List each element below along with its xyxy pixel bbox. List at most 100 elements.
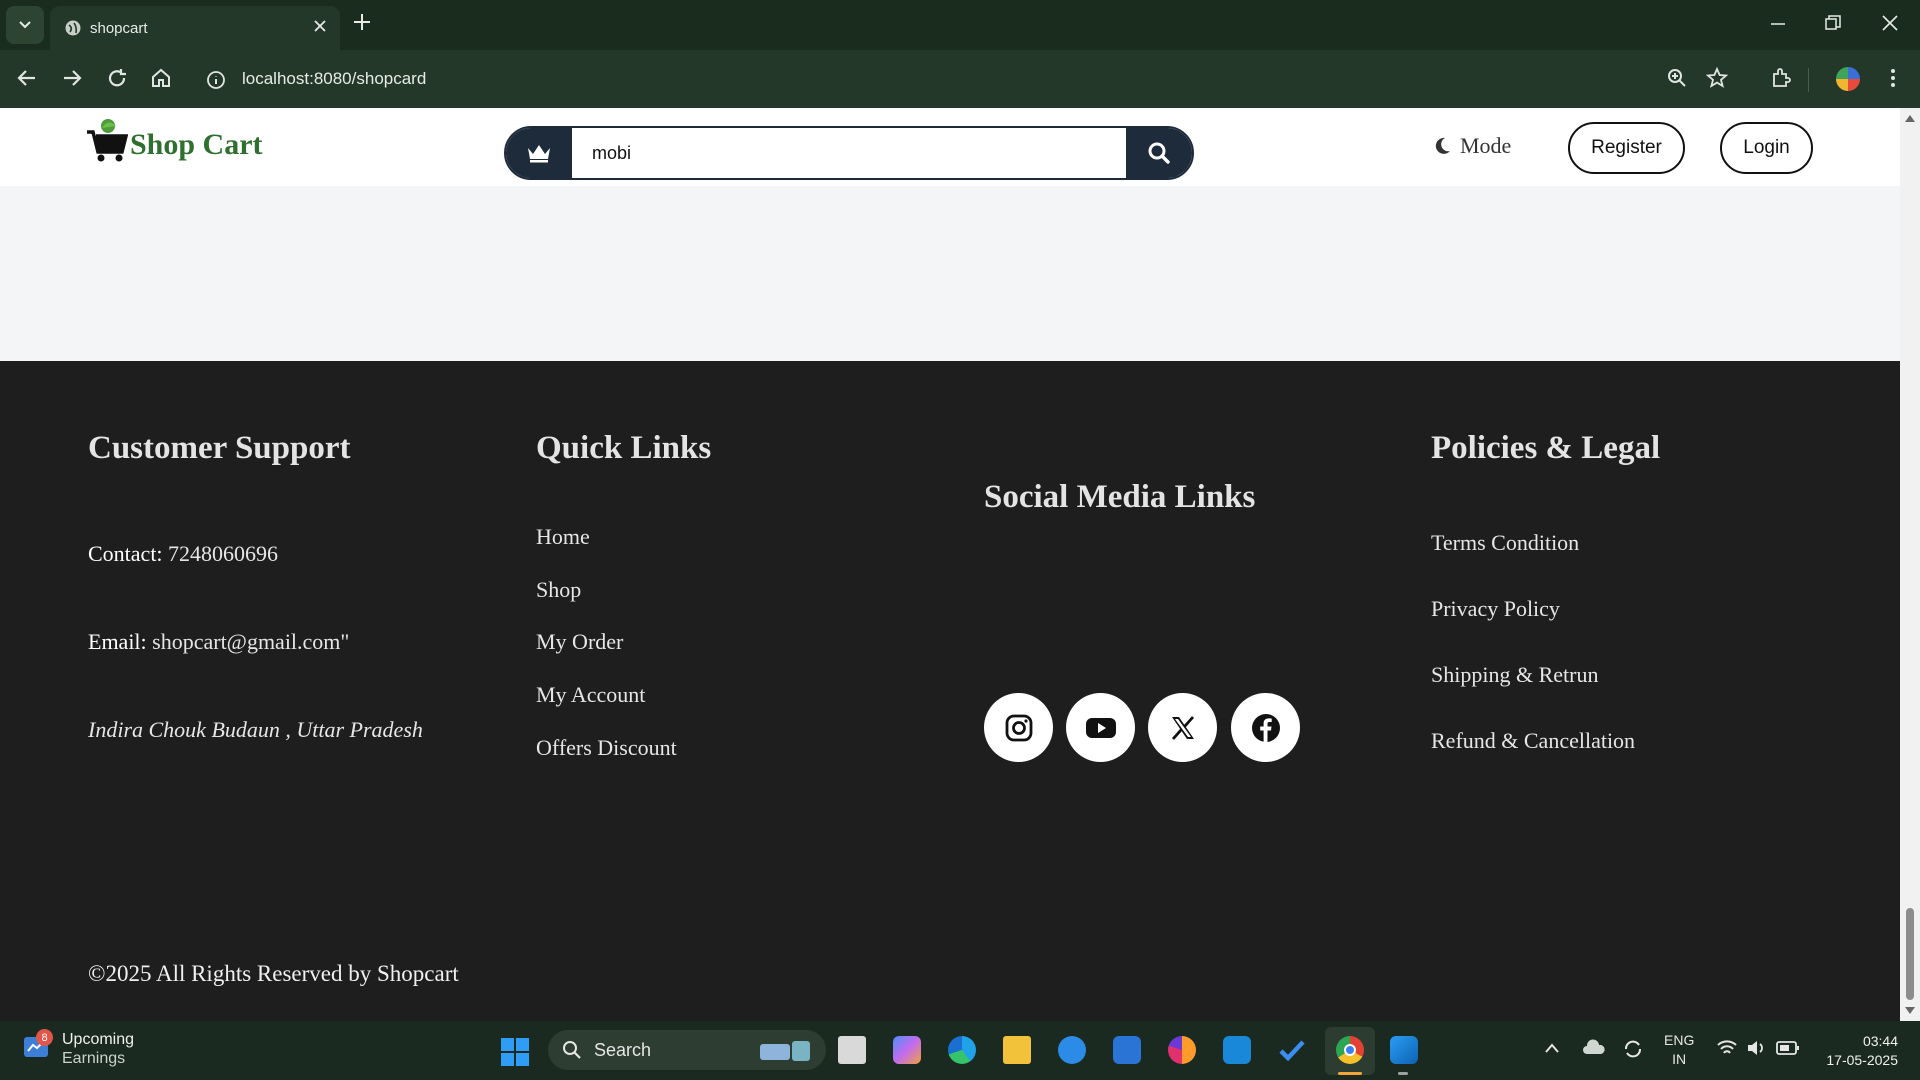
widget-text[interactable]: Upcoming Earnings [62, 1030, 134, 1068]
onedrive-icon[interactable] [1582, 1038, 1606, 1058]
moon-icon [1435, 137, 1450, 154]
reload-icon[interactable] [106, 67, 128, 89]
back-icon[interactable] [16, 67, 38, 89]
search-icon [563, 1041, 581, 1059]
battery-icon[interactable] [1776, 1040, 1800, 1056]
crown-button[interactable] [506, 128, 572, 178]
language-indicator[interactable]: ENG IN [1664, 1031, 1694, 1069]
copilot-icon[interactable] [893, 1036, 921, 1064]
quick-link-shop[interactable]: Shop [536, 577, 581, 603]
instagram-icon [1005, 714, 1032, 741]
address-bar[interactable]: localhost:8080/shopcard [196, 57, 1646, 101]
vscode-icon[interactable] [1390, 1036, 1418, 1064]
site-info-icon[interactable] [206, 70, 226, 90]
widget-badge: 8 [36, 1029, 53, 1046]
email-value[interactable]: shopcart@gmail.com" [152, 629, 349, 654]
tab-title: shopcart [90, 20, 148, 37]
contact-label: Contact: [88, 541, 163, 566]
forward-icon[interactable] [61, 67, 83, 89]
site-logo[interactable]: Shop Cart [86, 116, 263, 164]
sync-icon[interactable] [1622, 1038, 1644, 1060]
policy-shipping[interactable]: Shipping & Retrun [1431, 662, 1598, 688]
instagram-link[interactable] [984, 693, 1053, 762]
language-bottom: IN [1672, 1051, 1687, 1067]
task-view-icon[interactable] [838, 1036, 866, 1064]
extensions-icon[interactable] [1770, 67, 1792, 89]
chrome-taskbar-button[interactable] [1325, 1027, 1375, 1075]
x-link[interactable] [1148, 693, 1217, 762]
youtube-link[interactable] [1066, 693, 1135, 762]
chrome-icon [1336, 1036, 1364, 1064]
widgets-button[interactable]: 8 [22, 1029, 53, 1066]
edge-icon[interactable] [948, 1036, 976, 1064]
crown-icon [528, 145, 550, 163]
zoom-icon[interactable] [1666, 67, 1688, 89]
quick-link-my-order[interactable]: My Order [536, 629, 623, 655]
taskbar-search-label: Search [594, 1040, 652, 1060]
policy-terms[interactable]: Terms Condition [1431, 530, 1579, 556]
quick-link-my-account[interactable]: My Account [536, 682, 645, 708]
quick-link-home[interactable]: Home [536, 524, 590, 550]
contact-line: Contact: 7248060696 [88, 541, 278, 567]
minimize-icon[interactable] [1768, 13, 1788, 33]
dark-mode-toggle[interactable]: Mode [1432, 133, 1511, 159]
microsoft-store-icon[interactable] [1113, 1036, 1141, 1064]
shopping-cart-icon [87, 119, 128, 162]
x-icon [1171, 715, 1194, 740]
bookmark-star-icon[interactable] [1706, 67, 1728, 89]
policy-refund[interactable]: Refund & Cancellation [1431, 728, 1635, 754]
close-window-icon[interactable] [1880, 13, 1900, 33]
os-taskbar: 8 Upcoming Earnings Search ENG IN 03:44 … [0, 1021, 1920, 1080]
windows-start-icon[interactable] [500, 1037, 530, 1067]
new-tab-icon[interactable] [352, 12, 372, 32]
email-line: Email: shopcart@gmail.com" [88, 629, 349, 655]
chrome-active-indicator [1338, 1072, 1362, 1075]
show-hidden-icons-chevron[interactable] [1544, 1042, 1560, 1054]
clock-time: 03:44 [1862, 1033, 1898, 1049]
site-footer: Customer Support Contact: 7248060696 Ema… [0, 361, 1900, 1021]
globe-icon [65, 20, 81, 36]
facebook-link[interactable] [1231, 693, 1300, 762]
restore-icon[interactable] [1823, 13, 1843, 33]
scroll-up-arrow[interactable] [1905, 115, 1915, 122]
wifi-icon[interactable] [1716, 1039, 1738, 1057]
customer-support-title: Customer Support [88, 430, 351, 466]
volume-icon[interactable] [1746, 1039, 1768, 1057]
more-menu-icon[interactable] [1882, 67, 1904, 89]
search-input[interactable] [576, 128, 1126, 178]
clock-date: 17-05-2025 [1826, 1052, 1898, 1068]
youtube-icon [1085, 717, 1116, 738]
home-icon[interactable] [150, 67, 172, 89]
email-label: Email: [88, 629, 147, 654]
mode-label: Mode [1460, 133, 1512, 158]
address-text: Indira Chouk Budaun , Uttar Pradesh [88, 717, 423, 742]
todo-icon[interactable] [1278, 1036, 1306, 1064]
taskbar-search[interactable]: Search [548, 1030, 826, 1070]
scroll-down-arrow[interactable] [1905, 1007, 1915, 1014]
browser-tab[interactable]: shopcart [50, 6, 340, 50]
profile-avatar[interactable] [1834, 65, 1862, 93]
facebook-icon [1251, 713, 1280, 742]
get-help-icon[interactable] [1058, 1036, 1086, 1064]
policies-title: Policies & Legal [1431, 430, 1661, 466]
copyright-text: ©2025 All Rights Reserved by Shopcart [88, 961, 459, 986]
contact-value[interactable]: 7248060696 [168, 541, 278, 566]
browser-tab-bar: shopcart [0, 0, 1920, 50]
file-explorer-icon[interactable] [1003, 1036, 1031, 1064]
system-clock[interactable]: 03:44 17-05-2025 [1812, 1032, 1898, 1070]
search-button[interactable] [1126, 128, 1192, 178]
myhp-icon[interactable] [1223, 1036, 1251, 1064]
widget-title: Upcoming [62, 1031, 135, 1048]
web-page: Shop Cart Mode Register Login Customer S… [0, 108, 1900, 1021]
search-bar [504, 126, 1194, 180]
quick-link-offers-discount[interactable]: Offers Discount [536, 735, 677, 761]
firefox-icon[interactable] [1168, 1036, 1196, 1064]
policy-privacy[interactable]: Privacy Policy [1431, 596, 1560, 622]
page-scrollbar[interactable] [1900, 108, 1920, 1021]
site-header: Shop Cart Mode Register Login [0, 108, 1900, 186]
login-button[interactable]: Login [1720, 122, 1813, 174]
scrollbar-thumb[interactable] [1906, 908, 1914, 1000]
register-button[interactable]: Register [1568, 122, 1685, 174]
close-tab-icon[interactable] [312, 18, 328, 34]
tab-search-button[interactable] [6, 6, 44, 44]
